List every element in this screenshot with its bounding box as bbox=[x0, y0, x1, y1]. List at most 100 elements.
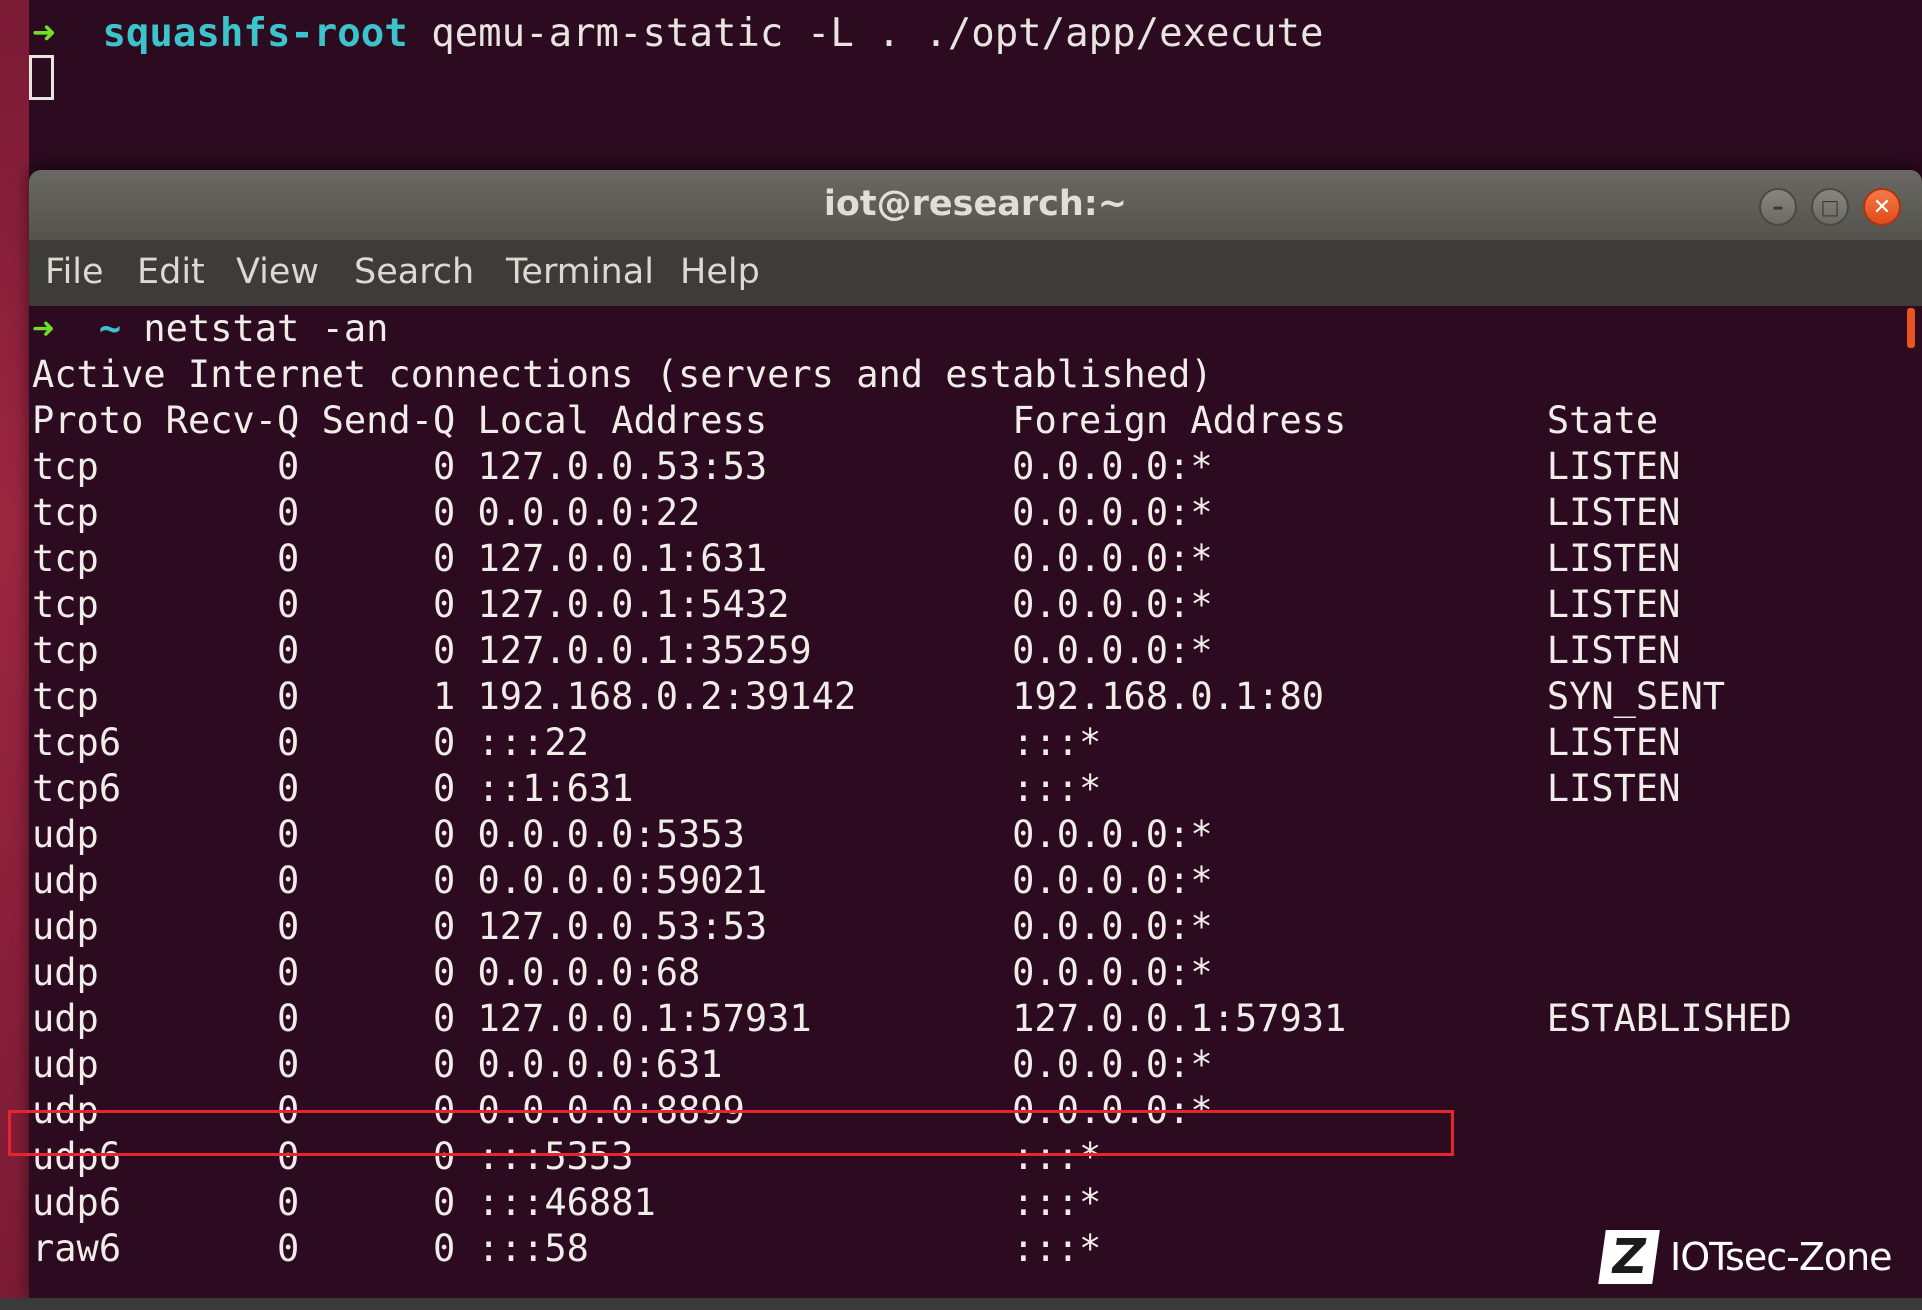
prompt-arrow-icon: ➜ bbox=[32, 11, 56, 56]
cell-recv-q: 0 bbox=[165, 583, 300, 626]
cell-proto: tcp bbox=[32, 629, 99, 672]
cell-local-address: :::46881 bbox=[477, 1181, 656, 1224]
cell-recv-q: 0 bbox=[165, 721, 300, 764]
output-heading: Active Internet connections (servers and… bbox=[32, 353, 1213, 396]
cell-state: LISTEN bbox=[1546, 537, 1681, 580]
cell-state: LISTEN bbox=[1546, 491, 1681, 534]
table-row: tcp6 0 0 ::1:631 :::* LISTEN bbox=[32, 766, 1680, 812]
cell-state: LISTEN bbox=[1546, 583, 1681, 626]
cell-foreign-address: 0.0.0.0:* bbox=[1012, 859, 1213, 902]
column-header-row: Proto Recv-Q Send-Q Local Address Foreig… bbox=[32, 398, 1658, 444]
cell-recv-q: 0 bbox=[165, 491, 300, 534]
cell-local-address: 192.168.0.2:39142 bbox=[477, 675, 857, 718]
cell-local-address: 0.0.0.0:5353 bbox=[477, 813, 745, 856]
watermark: Z IOTsec-Zone bbox=[1598, 1229, 1893, 1285]
cell-state: LISTEN bbox=[1546, 445, 1681, 488]
prompt-directory: squashfs-root bbox=[102, 11, 408, 56]
cell-send-q: 1 bbox=[321, 675, 456, 718]
background-command: qemu-arm-static -L . ./opt/app/execute bbox=[431, 11, 1324, 56]
menu-help[interactable]: Help bbox=[680, 252, 760, 292]
menu-edit[interactable]: Edit bbox=[137, 252, 205, 292]
cell-local-address: ::1:631 bbox=[477, 767, 634, 810]
cell-foreign-address: 192.168.0.1:80 bbox=[1012, 675, 1325, 718]
cell-proto: tcp bbox=[32, 537, 99, 580]
cell-foreign-address: 0.0.0.0:* bbox=[1012, 813, 1213, 856]
prompt-arrow-icon: ➜ bbox=[32, 307, 55, 350]
cell-send-q: 0 bbox=[321, 537, 456, 580]
cell-recv-q: 0 bbox=[165, 629, 300, 672]
table-row: udp 0 0 0.0.0.0:68 0.0.0.0:* bbox=[32, 950, 1547, 996]
cell-local-address: 0.0.0.0:68 bbox=[477, 951, 701, 994]
cell-foreign-address: 0.0.0.0:* bbox=[1012, 491, 1213, 534]
cell-proto: tcp6 bbox=[32, 767, 122, 810]
cell-local-address: 127.0.0.53:53 bbox=[477, 905, 768, 948]
cell-recv-q: 0 bbox=[165, 859, 300, 902]
cell-proto: udp bbox=[32, 1043, 99, 1086]
zone-logo-icon: Z bbox=[1598, 1229, 1660, 1285]
cell-state: ESTABLISHED bbox=[1546, 997, 1792, 1040]
cell-send-q: 0 bbox=[321, 767, 456, 810]
cell-foreign-address: 0.0.0.0:* bbox=[1012, 905, 1213, 948]
cell-send-q: 0 bbox=[321, 951, 456, 994]
cell-foreign-address: :::* bbox=[1012, 721, 1102, 764]
cell-proto: udp bbox=[32, 813, 99, 856]
title-bar[interactable]: iot@research:~ – □ ✕ bbox=[29, 170, 1922, 240]
window-title: iot@research:~ bbox=[823, 184, 1128, 224]
cell-recv-q: 0 bbox=[165, 997, 300, 1040]
cell-local-address: :::58 bbox=[477, 1227, 589, 1270]
cell-proto: udp bbox=[32, 951, 99, 994]
cell-local-address: 0.0.0.0:59021 bbox=[477, 859, 768, 902]
table-row: udp 0 0 0.0.0.0:631 0.0.0.0:* bbox=[32, 1042, 1547, 1088]
cell-send-q: 0 bbox=[321, 905, 456, 948]
prompt-directory: ~ bbox=[98, 307, 122, 350]
cell-send-q: 0 bbox=[321, 583, 456, 626]
table-row: tcp6 0 0 :::22 :::* LISTEN bbox=[32, 720, 1680, 766]
column-header-foreign-address: Foreign Address bbox=[1012, 399, 1347, 442]
cell-state: LISTEN bbox=[1546, 767, 1681, 810]
cell-send-q: 0 bbox=[321, 629, 456, 672]
cell-foreign-address: 0.0.0.0:* bbox=[1012, 1043, 1213, 1086]
cell-foreign-address: 0.0.0.0:* bbox=[1012, 537, 1213, 580]
column-header-state: State bbox=[1546, 399, 1659, 442]
cell-local-address: 0.0.0.0:22 bbox=[477, 491, 701, 534]
menu-terminal[interactable]: Terminal bbox=[506, 252, 654, 292]
cell-local-address: 127.0.0.1:57931 bbox=[477, 997, 812, 1040]
close-button[interactable]: ✕ bbox=[1863, 188, 1901, 226]
column-header-proto: Proto bbox=[32, 399, 144, 442]
maximize-button[interactable]: □ bbox=[1811, 188, 1849, 226]
cell-recv-q: 0 bbox=[165, 675, 300, 718]
cell-send-q: 0 bbox=[321, 721, 456, 764]
cell-recv-q: 0 bbox=[165, 951, 300, 994]
table-row: raw6 0 0 :::58 :::* bbox=[32, 1226, 1547, 1272]
cell-recv-q: 0 bbox=[165, 1043, 300, 1086]
cell-foreign-address: :::* bbox=[1012, 767, 1102, 810]
background-command-line: ➜ squashfs-root qemu-arm-static -L . ./o… bbox=[32, 10, 1323, 57]
command-text: netstat -an bbox=[143, 307, 389, 350]
text-cursor bbox=[29, 55, 54, 100]
cell-recv-q: 0 bbox=[165, 1181, 300, 1224]
cell-local-address: 127.0.0.1:631 bbox=[477, 537, 768, 580]
cell-foreign-address: :::* bbox=[1012, 1227, 1102, 1270]
menu-file[interactable]: File bbox=[45, 252, 104, 292]
highlight-box bbox=[8, 1110, 1454, 1156]
menu-search[interactable]: Search bbox=[354, 252, 474, 292]
menu-view[interactable]: View bbox=[236, 252, 319, 292]
cell-proto: udp6 bbox=[32, 1181, 122, 1224]
table-row: tcp 0 0 127.0.0.53:53 0.0.0.0:* LISTEN bbox=[32, 444, 1680, 490]
cell-foreign-address: 0.0.0.0:* bbox=[1012, 583, 1213, 626]
table-row: udp 0 0 127.0.0.1:57931 127.0.0.1:57931 … bbox=[32, 996, 1792, 1042]
cell-send-q: 0 bbox=[321, 997, 456, 1040]
table-row: udp 0 0 0.0.0.0:59021 0.0.0.0:* bbox=[32, 858, 1547, 904]
minimize-button[interactable]: – bbox=[1759, 188, 1797, 226]
cell-local-address: 0.0.0.0:631 bbox=[477, 1043, 723, 1086]
cell-local-address: 127.0.0.1:5432 bbox=[477, 583, 790, 626]
cell-proto: raw6 bbox=[32, 1227, 122, 1270]
table-row: tcp 0 0 0.0.0.0:22 0.0.0.0:* LISTEN bbox=[32, 490, 1680, 536]
cell-proto: udp bbox=[32, 997, 99, 1040]
cell-foreign-address: 0.0.0.0:* bbox=[1012, 629, 1213, 672]
cell-state: LISTEN bbox=[1546, 721, 1681, 764]
cell-send-q: 0 bbox=[321, 1181, 456, 1224]
cell-foreign-address: :::* bbox=[1012, 1181, 1102, 1224]
watermark-text: IOTsec-Zone bbox=[1670, 1235, 1893, 1279]
scrollbar-thumb[interactable] bbox=[1907, 308, 1915, 348]
